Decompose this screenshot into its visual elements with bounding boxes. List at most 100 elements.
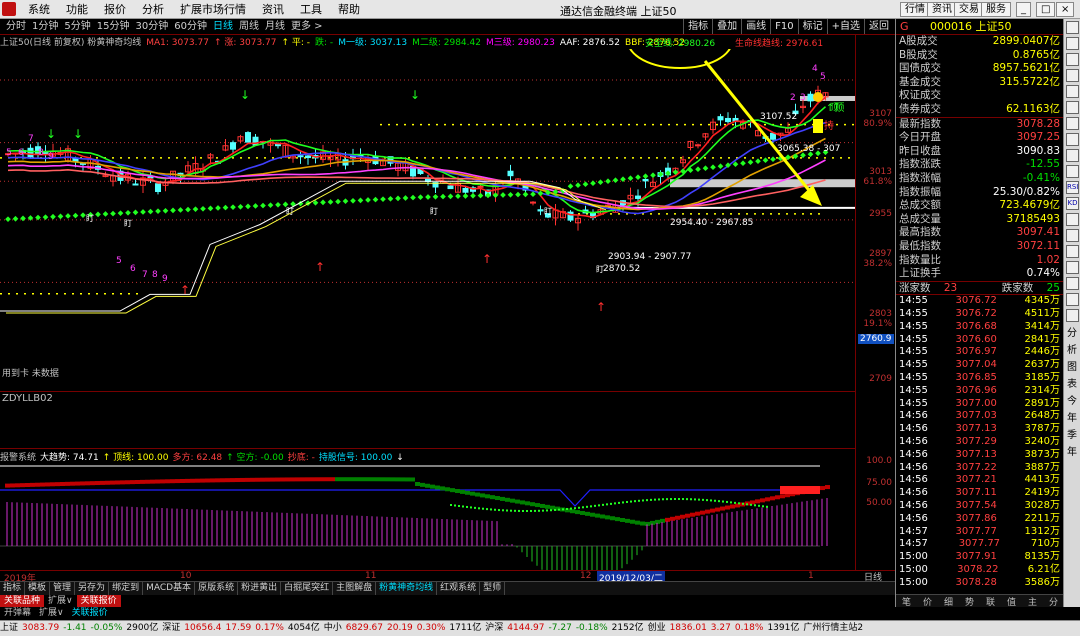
trend-bar	[695, 511, 700, 516]
top-button-2[interactable]: 交易	[954, 2, 984, 17]
top-button-3[interactable]: 服务	[981, 2, 1011, 17]
panel-tab-7[interactable]: 分	[1049, 595, 1058, 608]
period-tab-5[interactable]: 60分钟	[171, 20, 210, 34]
panel-tab-1[interactable]: 价	[923, 595, 932, 608]
menu-item-2[interactable]: 报价	[96, 2, 134, 17]
period-tab-0[interactable]: 分时	[3, 20, 29, 34]
menu-item-4[interactable]: 扩展市场行情	[172, 2, 254, 17]
indicator-pane-2[interactable]	[0, 448, 855, 586]
vtool-char-3[interactable]: 表	[1064, 376, 1080, 393]
chart-tool-2[interactable]: 画线	[741, 19, 770, 34]
mark-label: 盯	[86, 214, 94, 223]
period-tab-8[interactable]: 月线	[262, 20, 288, 34]
boll-icon[interactable]	[1066, 245, 1079, 258]
pen-icon[interactable]	[1066, 261, 1079, 274]
period-tab-6[interactable]: 日线	[210, 20, 236, 34]
panel-tab-6[interactable]: 主	[1028, 595, 1037, 608]
template-tab-2[interactable]: 管理	[50, 582, 76, 595]
period-tab-9[interactable]: 更多 >	[288, 20, 326, 34]
rsi-icon[interactable]: RSI	[1066, 181, 1079, 194]
period-tab-3[interactable]: 15分钟	[94, 20, 133, 34]
list-icon[interactable]	[1066, 69, 1079, 82]
template-tab-8[interactable]: 白掘尾突红	[281, 582, 334, 595]
panel-tab-3[interactable]: 势	[965, 595, 974, 608]
template-tab-0[interactable]: 指标	[0, 582, 26, 595]
template-tab-12[interactable]: 型师	[480, 582, 506, 595]
menu-item-3[interactable]: 分析	[134, 2, 172, 17]
template-tab-10[interactable]: 粉黄神奇均线	[376, 582, 438, 595]
danmaku-item-0[interactable]: 开弹幕	[0, 607, 35, 620]
macd-icon[interactable]	[1066, 213, 1079, 226]
top-button-1[interactable]: 资讯	[927, 2, 957, 17]
vtool-char-2[interactable]: 图	[1064, 359, 1080, 376]
window-close-icon[interactable]: ×	[1056, 2, 1075, 17]
grid-icon[interactable]	[1066, 85, 1079, 98]
down-count-label: 跌家数	[1001, 281, 1034, 294]
main-kline-chart[interactable]: ↓ ↓ ↓ ↓ ↑ ↑ ↑ ↑ 5 7 6 8 9 5 6 7 8 9 4 5 2 3 3107.52 3065.38 - 3…	[0, 13, 855, 391]
trade-volume: 3240万	[1024, 436, 1060, 448]
vtool-char-1[interactable]: 析	[1064, 342, 1080, 359]
vtool-period-2[interactable]: 季	[1064, 427, 1080, 444]
template-tab-4[interactable]: 绑定到	[109, 582, 144, 595]
chart-icon[interactable]	[1066, 37, 1079, 50]
zoom-in-icon[interactable]	[1066, 277, 1079, 290]
period-tab-7[interactable]: 周线	[236, 20, 262, 34]
chart-tool-0[interactable]: 指标	[683, 19, 712, 34]
zoom-out-icon[interactable]	[1066, 293, 1079, 306]
link-item-0[interactable]: 关联品种	[0, 595, 45, 607]
template-tab-7[interactable]: 粉进黄出	[238, 582, 282, 595]
link-item-2[interactable]: 关联报价	[76, 595, 121, 607]
vol-icon[interactable]	[1066, 229, 1079, 242]
template-tab-5[interactable]: MACD基本	[143, 582, 196, 595]
chart-tool-5[interactable]: +自选	[826, 19, 864, 34]
kd-icon[interactable]: KD	[1066, 197, 1079, 210]
top-button-0[interactable]: 行情	[900, 2, 930, 17]
menu-item-1[interactable]: 功能	[58, 2, 96, 17]
menu-item-5[interactable]: 资讯	[254, 2, 292, 17]
safe-line-label: 安全线: 2980.26	[645, 39, 716, 49]
template-tab-11[interactable]: 红观系统	[437, 582, 481, 595]
period-tab-4[interactable]: 30分钟	[132, 20, 171, 34]
tick-trade-list[interactable]: 14:55 3076.72 4345万 14:55 3076.72 4511万 14:55 3…	[896, 294, 1063, 589]
chart-tool-4[interactable]: 标记	[797, 19, 827, 34]
draw-icon[interactable]	[1066, 165, 1079, 178]
vtool-period-3[interactable]: 年	[1064, 444, 1080, 461]
panel-tab-5[interactable]: 值	[1007, 595, 1016, 608]
alert-icon[interactable]	[1066, 149, 1079, 162]
panel-tab-2[interactable]: 细	[944, 595, 953, 608]
f10-icon[interactable]	[1066, 53, 1079, 66]
chart-tool-6[interactable]: 返回	[864, 19, 893, 34]
period-tab-1[interactable]: 1分钟	[29, 20, 61, 34]
chart-tool-1[interactable]: 叠加	[712, 19, 741, 34]
quote-icon[interactable]	[1066, 21, 1079, 34]
menu-item-6[interactable]: 工具	[292, 2, 330, 17]
trend-bar	[165, 479, 170, 484]
trail-diamond	[230, 204, 236, 211]
danmaku-item-1[interactable]: 扩展∨	[35, 607, 68, 620]
vtool-period-0[interactable]: 今	[1064, 393, 1080, 410]
danmaku-item-2[interactable]: 关联报价	[68, 607, 112, 620]
window-max-icon[interactable]: □	[1036, 2, 1056, 17]
signal-dot	[562, 508, 564, 511]
window-min-icon[interactable]: _	[1016, 2, 1031, 17]
chart-tool-3[interactable]: F10	[770, 19, 797, 34]
panel-tab-4[interactable]: 联	[986, 595, 995, 608]
menu-item-0[interactable]: 系统	[20, 2, 58, 17]
template-tab-1[interactable]: 模板	[25, 582, 51, 595]
vtool-char-0[interactable]: 分	[1064, 325, 1080, 342]
indicator-pane-1[interactable]: ZDYLLB02	[0, 391, 855, 448]
calc-icon[interactable]	[1066, 133, 1079, 146]
trade-time: 14:55	[899, 397, 928, 409]
template-tab-6[interactable]: 原版系统	[195, 582, 239, 595]
vtool-period-1[interactable]: 年	[1064, 410, 1080, 427]
plus-icon[interactable]	[1066, 309, 1079, 322]
link-item-1[interactable]: 扩展∨	[44, 595, 77, 607]
period-tab-2[interactable]: 5分钟	[61, 20, 93, 34]
menu-item-7[interactable]: 帮助	[330, 2, 368, 17]
trade-icon[interactable]	[1066, 117, 1079, 130]
news-icon[interactable]	[1066, 101, 1079, 114]
template-tab-3[interactable]: 另存为	[75, 582, 110, 595]
panel-tab-0[interactable]: 笔	[902, 595, 911, 608]
candle-body	[770, 132, 776, 140]
template-tab-9[interactable]: 主图解盘	[333, 582, 377, 595]
